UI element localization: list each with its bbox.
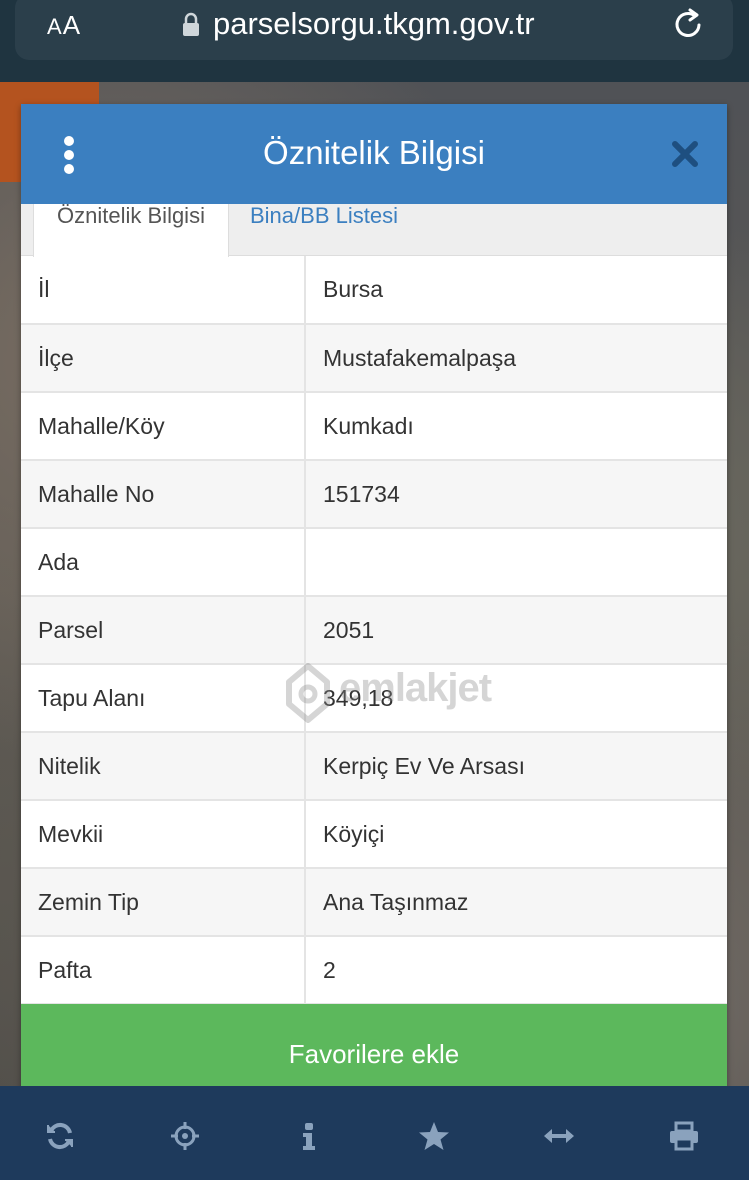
table-row: Mahalle No 151734	[21, 459, 727, 529]
attribute-value: 2051	[304, 595, 727, 665]
tab-bina-bb-listesi[interactable]: Bina/BB Listesi	[250, 203, 450, 256]
attribute-key: Zemin Tip	[21, 867, 306, 937]
print-icon[interactable]	[668, 1120, 700, 1152]
attribute-key: Mevkii	[21, 799, 306, 869]
attribute-table: İl Bursa İlçe Mustafakemalpaşa Mahalle/Köy Ku…	[21, 256, 727, 1005]
bottom-toolbar	[0, 1086, 749, 1180]
attribute-value: Kumkadı	[304, 391, 727, 461]
dialog-title: Öznitelik Bilgisi	[263, 134, 485, 171]
table-row: Ada	[21, 527, 727, 597]
table-row: Pafta 2	[21, 935, 727, 1005]
attribute-value: Bursa	[304, 256, 727, 325]
url-text[interactable]: parselsorgu.tkgm.gov.tr	[213, 6, 535, 42]
tab-oznitelik-bilgisi[interactable]: Öznitelik Bilgisi	[33, 203, 229, 257]
attribute-key: Mahalle/Köy	[21, 391, 306, 461]
table-row: İlçe Mustafakemalpaşa	[21, 323, 727, 393]
table-row: İl Bursa	[21, 256, 727, 325]
attribute-value: Ana Taşınmaz	[304, 867, 727, 937]
text-size-button[interactable]: AA	[47, 10, 81, 41]
aa-small-label: A	[47, 14, 63, 39]
table-row: Nitelik Kerpiç Ev Ve Arsası	[21, 731, 727, 801]
table-row: Zemin Tip Ana Taşınmaz	[21, 867, 727, 937]
attribute-value: Köyiçi	[304, 799, 727, 869]
refresh-icon[interactable]	[44, 1120, 76, 1152]
attribute-value: 151734	[304, 459, 727, 529]
table-row: Mevkii Köyiçi	[21, 799, 727, 869]
attribute-key: İlçe	[21, 323, 306, 393]
tab-label: Bina/BB Listesi	[250, 203, 398, 228]
info-icon[interactable]	[293, 1120, 325, 1152]
attribute-key: Nitelik	[21, 731, 306, 801]
attribute-key: Mahalle No	[21, 459, 306, 529]
attribute-value: 2	[304, 935, 727, 1005]
dialog-header: Öznitelik Bilgisi	[21, 104, 727, 204]
tab-label: Öznitelik Bilgisi	[57, 203, 205, 228]
close-icon[interactable]	[671, 140, 699, 168]
table-row: Parsel 2051	[21, 595, 727, 665]
attribute-key: Pafta	[21, 935, 306, 1005]
reload-icon[interactable]	[672, 6, 706, 42]
attribute-key: Ada	[21, 527, 306, 597]
lock-icon	[183, 12, 199, 36]
aa-big-label: A	[62, 10, 82, 40]
watermark: emlakjet	[283, 662, 513, 726]
table-row: Mahalle/Köy Kumkadı	[21, 391, 727, 461]
attribute-value: Kerpiç Ev Ve Arsası	[304, 731, 727, 801]
measure-icon[interactable]	[543, 1120, 575, 1152]
attribute-dialog: Öznitelik Bilgisi Öznitelik Bilgisi Bina…	[21, 104, 727, 1104]
watermark-logo-icon	[286, 663, 330, 723]
star-icon[interactable]	[418, 1120, 450, 1152]
tab-bar: Öznitelik Bilgisi Bina/BB Listesi	[21, 203, 727, 257]
watermark-text: emlakjet	[339, 666, 492, 710]
attribute-key: Parsel	[21, 595, 306, 665]
browser-url-bar[interactable]: AA parselsorgu.tkgm.gov.tr	[15, 0, 733, 60]
attribute-key: Tapu Alanı	[21, 663, 306, 733]
attribute-key: İl	[21, 256, 306, 325]
locate-icon[interactable]	[169, 1120, 201, 1152]
attribute-value: Mustafakemalpaşa	[304, 323, 727, 393]
attribute-value	[304, 527, 727, 597]
